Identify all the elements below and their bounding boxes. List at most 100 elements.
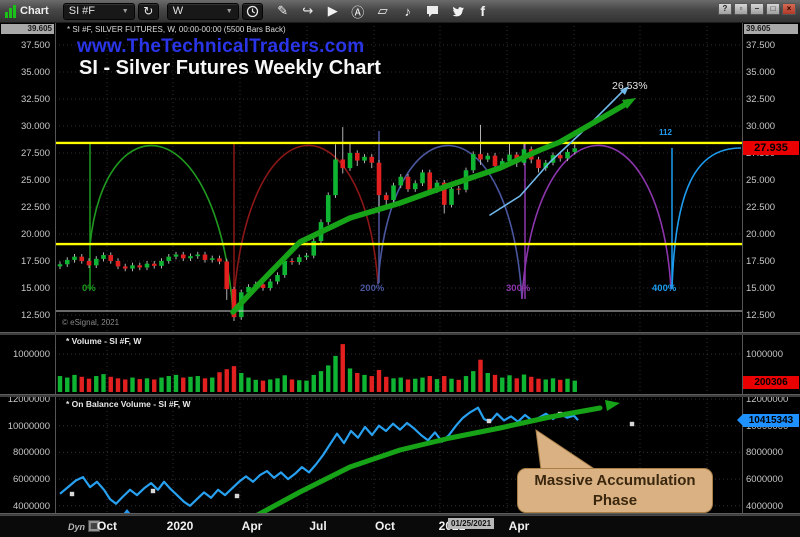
volume-tick-label: 1000000 — [2, 349, 50, 360]
price-tick-label: 20.000 — [746, 229, 775, 240]
time-axis-label: 2020 — [167, 519, 194, 533]
auto-text-icon[interactable]: Ⓐ — [347, 2, 369, 21]
volume-panel-label: * Volume - SI #F, W — [66, 336, 141, 346]
price-tick-label: 22.500 — [2, 202, 50, 213]
notes-icon[interactable]: ♪ — [397, 2, 419, 21]
session-high-left: 39.605 — [1, 24, 54, 34]
chart-title: SI - Silver Futures Weekly Chart — [79, 57, 381, 80]
price-tick-label: 15.000 — [2, 283, 50, 294]
cycle-arcs-layer — [90, 131, 741, 311]
time-axis-label: Jul — [309, 519, 326, 533]
time-axis-label: Oct — [375, 519, 395, 533]
obv-tick-label: 10000000 — [2, 421, 50, 432]
price-tick-label: 35.000 — [746, 67, 775, 78]
clock-icon — [246, 5, 259, 18]
chart-window-label: Chart — [20, 5, 49, 17]
copyright-watermark: © eSignal, 2021 — [62, 318, 119, 327]
refresh-icon: ↻ — [143, 4, 153, 18]
obv-tick-label: 8000000 — [2, 447, 50, 458]
obv-tick-label: 8000000 — [746, 447, 783, 458]
close-button[interactable]: × — [782, 3, 796, 15]
eraser-icon[interactable]: ▱ — [372, 2, 394, 21]
dyn-scale-button[interactable]: Dyn — [68, 522, 85, 532]
price-tick-label: 35.000 — [2, 67, 50, 78]
levels-layer — [55, 143, 742, 311]
price-tick-label: 32.500 — [2, 94, 50, 105]
price-tick-label: 32.500 — [746, 94, 775, 105]
left-axis-border — [55, 23, 56, 515]
price-tick-label: 22.500 — [746, 202, 775, 213]
cycle-percent-label: 400% — [652, 283, 676, 294]
panel-separator[interactable] — [0, 332, 800, 335]
time-axis-label: Apr — [242, 519, 263, 533]
obv-panel-label: * On Balance Volume - SI #F, W — [66, 399, 191, 409]
price-tick-label: 12.500 — [746, 310, 775, 321]
twitter-icon[interactable] — [447, 2, 469, 21]
price-tick-label: 25.000 — [2, 175, 50, 186]
share-icon[interactable]: ↪ — [297, 2, 319, 21]
instrument-line: * SI #F, SILVER FUTURES, W, 00:00-00:00 … — [67, 25, 286, 34]
price-tick-label: 30.000 — [2, 121, 50, 132]
price-tick-label: 15.000 — [746, 283, 775, 294]
time-axis-label: Apr — [509, 519, 530, 533]
price-tick-label: 17.500 — [746, 256, 775, 267]
refresh-button[interactable]: ↻ — [138, 3, 159, 20]
grid-layer — [55, 26, 742, 512]
cycle-percent-label: 200% — [360, 283, 384, 294]
time-template-button[interactable] — [242, 3, 263, 20]
price-tick-label: 12.500 — [2, 310, 50, 321]
chevron-down-icon: ▼ — [116, 8, 129, 15]
cycle-percent-label: 300% — [506, 283, 530, 294]
chat-icon[interactable] — [422, 2, 444, 21]
time-axis-label: Oct — [97, 519, 117, 533]
callout-pointer — [536, 430, 596, 470]
obv-tick-label: 6000000 — [746, 474, 783, 485]
callout-line1: Massive Accumulation — [518, 471, 712, 491]
interval-value: W — [173, 5, 183, 17]
symbol-combobox[interactable]: SI #F ▼ — [63, 3, 135, 20]
last-volume-tag: 200306 — [743, 376, 799, 389]
symbol-value: SI #F — [69, 5, 95, 17]
facebook-icon[interactable]: f — [472, 2, 494, 21]
play-icon[interactable]: ▶ — [322, 2, 344, 21]
price-tick-label: 25.000 — [746, 175, 775, 186]
accumulation-callout[interactable]: Massive Accumulation Phase — [517, 468, 713, 513]
time-axis[interactable]: Dyn ▦ 01/25/2021 Oct2020AprJulOct2021Apr — [0, 515, 800, 537]
pencil-icon[interactable]: ✎ — [272, 2, 294, 21]
candles-layer — [58, 125, 577, 321]
volume-tick-label: 1000000 — [746, 349, 783, 360]
last-obv-tag: 10415343 — [743, 414, 799, 427]
price-tick-label: 37.500 — [746, 40, 775, 51]
price-tick-label: 27.500 — [2, 148, 50, 159]
cursor-date-box: 01/25/2021 — [448, 518, 494, 529]
interval-combobox[interactable]: W ▼ — [167, 3, 239, 20]
minimize-button[interactable]: – — [750, 3, 764, 15]
volume-bars-layer — [58, 344, 577, 392]
help-button[interactable]: ? — [718, 3, 732, 15]
price-tick-label: 37.500 — [2, 40, 50, 51]
obv-tick-label: 6000000 — [2, 474, 50, 485]
restore-button[interactable]: ▫ — [734, 3, 748, 15]
chart-signal-icon — [5, 5, 16, 18]
projection-percent-label: 26.53% — [612, 80, 648, 92]
price-tick-label: 17.500 — [2, 256, 50, 267]
drawing-tools: ✎ ↪ ▶ Ⓐ ▱ ♪ f — [269, 2, 494, 21]
obv-tick-label: 4000000 — [2, 501, 50, 512]
cycle-percent-label: 0% — [82, 283, 96, 294]
last-price-tag: 27.935 — [743, 141, 799, 155]
price-tick-label: 30.000 — [746, 121, 775, 132]
esignal-chart-window: Chart SI #F ▼ ↻ W ▼ ✎ ↪ ▶ Ⓐ ▱ ♪ f — [0, 0, 800, 537]
callout-line2: Phase — [518, 491, 712, 511]
window-controls: ? ▫ – □ × — [718, 3, 796, 15]
chevron-down-icon: ▼ — [220, 8, 233, 15]
maximize-button[interactable]: □ — [766, 3, 780, 15]
chart-canvas[interactable] — [0, 0, 800, 537]
price-tick-label: 20.000 — [2, 229, 50, 240]
right-axis-border — [742, 23, 743, 515]
toolbar: Chart SI #F ▼ ↻ W ▼ ✎ ↪ ▶ Ⓐ ▱ ♪ f — [0, 0, 800, 23]
site-watermark: www.TheTechnicalTraders.com — [77, 36, 364, 58]
cycle-percent-label: 112 — [659, 128, 672, 137]
session-high-right: 39.605 — [744, 24, 798, 34]
panel-separator[interactable] — [0, 394, 800, 397]
obv-tick-label: 4000000 — [746, 501, 783, 512]
